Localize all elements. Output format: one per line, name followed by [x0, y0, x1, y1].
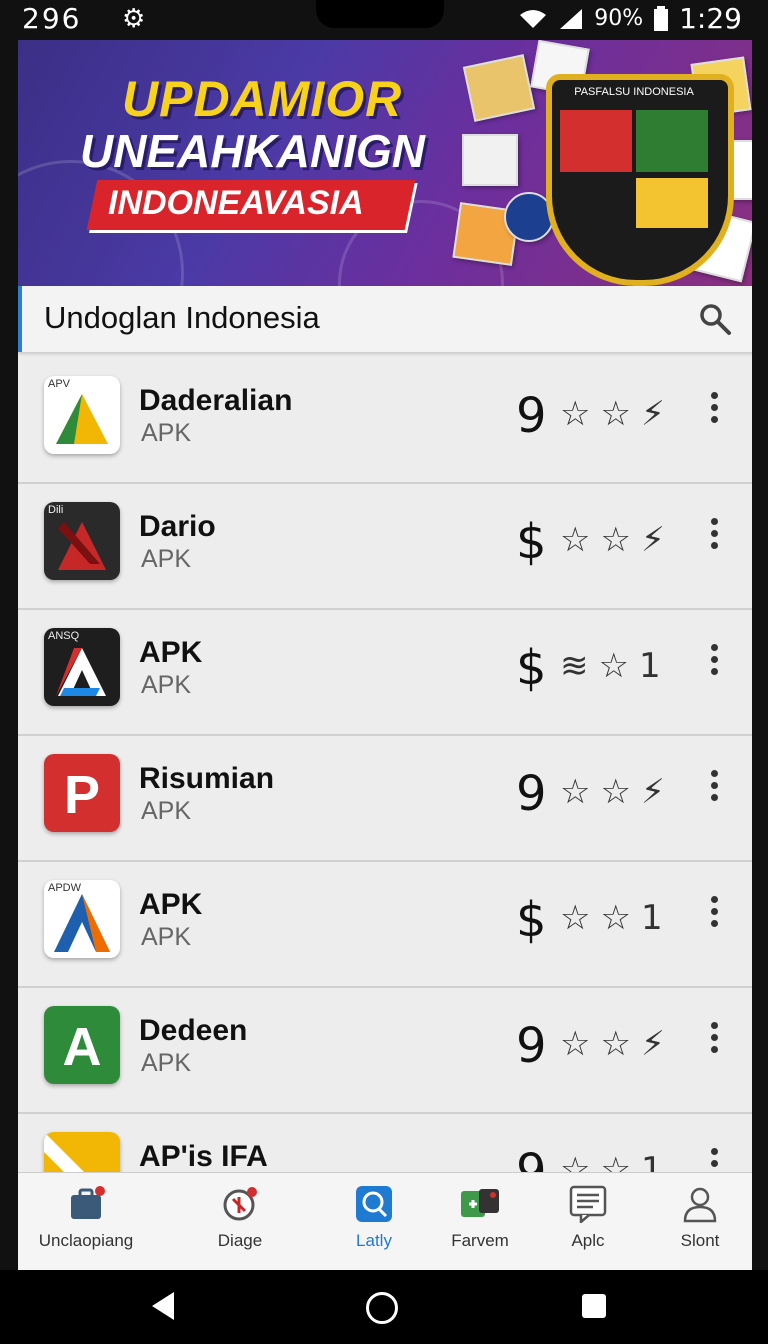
back-icon[interactable]	[152, 1292, 174, 1320]
battery-icon	[654, 5, 669, 31]
bottom-navigation: Unclaopiang Diage Latly Farvem Aplc Slon…	[18, 1172, 752, 1270]
promo-banner[interactable]: PASFALSU INDONESIA UPDAMIOR UNEAHKANIGN …	[18, 40, 752, 286]
camera-notch	[316, 0, 444, 28]
nav-label: Slont	[680, 1231, 720, 1250]
app-rating: ☆☆⚡	[560, 394, 675, 434]
system-navigation-bar	[0, 1270, 768, 1344]
list-item[interactable]: A Dedeen APK 9 ☆☆⚡	[18, 986, 752, 1114]
app-name: Dedeen	[139, 1014, 248, 1047]
search-bar[interactable]: Undoglan Indonesia	[18, 286, 752, 352]
app-icon-label: ANSQ	[48, 630, 80, 642]
more-options-icon[interactable]	[704, 392, 724, 428]
nav-item-slont[interactable]: Slont	[640, 1185, 752, 1251]
nav-item-diage[interactable]: Diage	[180, 1185, 300, 1251]
message-icon	[569, 1185, 607, 1225]
app-price: 9	[516, 1018, 547, 1074]
settings-gear-icon: ⚙	[122, 4, 146, 34]
nav-label: Unclaopiang	[38, 1231, 134, 1250]
shield-quarter	[560, 110, 632, 172]
shield-quarter	[636, 178, 708, 228]
video-icon	[461, 1185, 499, 1223]
app-type: APK	[141, 923, 192, 951]
battery-percent: 90%	[594, 6, 644, 31]
app-price: $	[516, 892, 547, 948]
status-clock: 1:29	[679, 2, 742, 35]
status-time-left: 296	[22, 2, 82, 35]
shield-quarter	[560, 178, 632, 228]
app-rating: ☆☆⚡	[560, 1024, 675, 1064]
app-name: Risumian	[139, 762, 275, 795]
app-rating: ☆☆1	[560, 898, 673, 938]
recent-apps-icon[interactable]	[582, 1294, 606, 1318]
status-bar: 296 ⚙ 90% 1:29	[0, 0, 768, 40]
banner-title-line1: UPDAMIOR	[122, 71, 403, 127]
app-icon-green-a: A	[44, 1006, 120, 1084]
nav-label: Aplc	[571, 1231, 605, 1250]
app-icon-dark-red: Dili	[44, 502, 120, 580]
app-icon-label: APV	[48, 378, 71, 390]
app-icon-blue-a: APDW	[44, 880, 120, 958]
app-rating: ☆☆⚡	[560, 520, 675, 560]
more-options-icon[interactable]	[704, 644, 724, 680]
app-type: APK	[141, 545, 192, 573]
app-price: $	[516, 640, 547, 696]
list-item[interactable]: APV Daderalian APK 9 ☆☆⚡	[18, 356, 752, 484]
more-options-icon[interactable]	[704, 770, 724, 806]
briefcase-icon	[67, 1185, 105, 1223]
wifi-icon	[520, 9, 547, 28]
banner-sticker	[462, 134, 518, 186]
nav-item-aplc[interactable]: Aplc	[528, 1185, 648, 1251]
nav-item-unclaopiang[interactable]: Unclaopiang	[26, 1185, 146, 1251]
app-name: Dario	[139, 510, 216, 543]
app-price: $	[516, 514, 547, 570]
banner-title-line2: UNEAHKANIGN	[80, 125, 425, 177]
list-item[interactable]: ANSQ APK APK $ ≋☆1	[18, 608, 752, 736]
nav-label: Diage	[217, 1231, 263, 1250]
search-icon[interactable]	[698, 302, 732, 336]
app-icon-dark-a: ANSQ	[44, 628, 120, 706]
nav-item-farvem[interactable]: Farvem	[420, 1185, 540, 1251]
app-logo: A	[62, 1017, 102, 1077]
app-icon-label: Dili	[48, 504, 64, 516]
list-item[interactable]: P Risumian APK 9 ☆☆⚡	[18, 734, 752, 862]
app-icon-label: APDW	[48, 882, 81, 894]
app-name: AP'is IFA	[139, 1140, 268, 1173]
more-options-icon[interactable]	[704, 518, 724, 554]
shield-quarter	[636, 110, 708, 172]
app-price: 9	[516, 388, 547, 444]
phone-frame: 296 ⚙ 90% 1:29 PASFALSU INDONESIA UPDAMI…	[0, 0, 768, 1344]
clock-icon	[221, 1185, 259, 1223]
list-item[interactable]: Dili Dario APK $ ☆☆⚡	[18, 482, 752, 610]
app-price: 9	[516, 766, 547, 822]
app-screen: PASFALSU INDONESIA UPDAMIOR UNEAHKANIGN …	[18, 40, 752, 1270]
home-icon[interactable]	[366, 1292, 398, 1324]
nav-label: Farvem	[451, 1231, 509, 1250]
app-rating: ☆☆⚡	[560, 772, 675, 812]
emblem-shield: PASFALSU INDONESIA	[546, 74, 734, 286]
app-icon-yellow-green: APV	[44, 376, 120, 454]
app-logo: P	[63, 765, 101, 825]
nav-label: Latly	[356, 1231, 392, 1250]
status-right: 90% 1:29	[518, 2, 742, 35]
app-type: APK	[141, 671, 192, 699]
list-item[interactable]: APDW APK APK $ ☆☆1	[18, 860, 752, 988]
app-type: APK	[141, 419, 192, 447]
app-icon-red-p: P	[44, 754, 120, 832]
person-icon	[681, 1185, 719, 1223]
signal-icon	[560, 8, 583, 29]
app-rating: ≋☆1	[560, 646, 671, 686]
banner-title-line3: INDONEAVASIA	[108, 184, 364, 222]
banner-sticker	[462, 54, 536, 122]
search-icon	[355, 1185, 393, 1223]
search-input[interactable]: Undoglan Indonesia	[44, 300, 320, 336]
more-options-icon[interactable]	[704, 896, 724, 932]
more-options-icon[interactable]	[704, 1022, 724, 1058]
app-name: APK	[139, 888, 203, 921]
app-name: APK	[139, 636, 203, 669]
app-type: APK	[141, 797, 192, 825]
shield-text: PASFALSU INDONESIA	[574, 86, 694, 98]
app-name: Daderalian	[139, 384, 293, 417]
app-type: APK	[141, 1049, 192, 1077]
nav-item-latly[interactable]: Latly	[314, 1185, 434, 1251]
